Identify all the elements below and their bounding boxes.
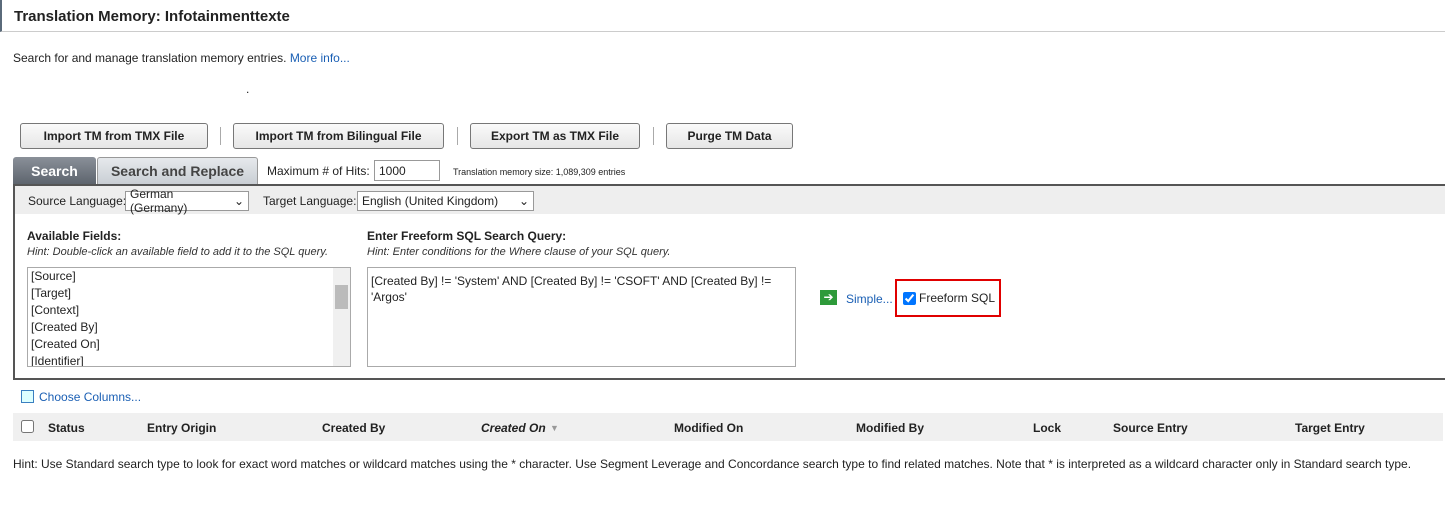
import-bilingual-button[interactable]: Import TM from Bilingual File [233, 123, 444, 149]
purge-button[interactable]: Purge TM Data [666, 123, 793, 149]
col-modified-on[interactable]: Modified On [674, 421, 743, 435]
field-item[interactable]: [Created By] [28, 319, 350, 336]
query-hint: Hint: Enter conditions for the Where cla… [367, 246, 671, 258]
max-hits-label: Maximum # of Hits: [267, 164, 370, 178]
edit-columns-icon [21, 390, 34, 403]
import-tmx-button[interactable]: Import TM from TMX File [20, 123, 208, 149]
page-title: Translation Memory: Infotainmenttexte [0, 0, 1445, 32]
divider [220, 127, 221, 145]
source-lang-label: Source Language: [28, 194, 127, 208]
more-info-link[interactable]: More info... [290, 51, 350, 65]
sql-query-input[interactable]: [Created By] != 'System' AND [Created By… [367, 267, 796, 367]
col-created-on[interactable]: Created On [481, 421, 546, 435]
col-entry-origin[interactable]: Entry Origin [147, 421, 216, 435]
col-status[interactable]: Status [48, 421, 85, 435]
chevron-down-icon: ⌄ [518, 194, 529, 208]
query-label: Enter Freeform SQL Search Query: [367, 229, 567, 243]
select-all-checkbox[interactable] [21, 420, 34, 433]
results-table-header: Status Entry Origin Created By Created O… [13, 413, 1443, 441]
target-lang-value: English (United Kingdom) [362, 194, 499, 208]
col-lock[interactable]: Lock [1033, 421, 1061, 435]
fields-label: Available Fields: [27, 229, 122, 243]
field-item[interactable]: [Source] [28, 268, 350, 285]
divider [653, 127, 654, 145]
simple-link[interactable]: Simple... [846, 292, 893, 306]
scrollbar[interactable] [333, 268, 350, 366]
chevron-down-icon: ⌄ [233, 194, 244, 208]
max-hits-input[interactable]: 1000 [374, 160, 440, 181]
freeform-checkbox[interactable] [903, 291, 916, 305]
dot: . [246, 82, 250, 96]
col-created-by[interactable]: Created By [322, 421, 385, 435]
divider [457, 127, 458, 145]
sort-desc-icon: ▼ [550, 423, 559, 433]
tm-size: Translation memory size: 1,089,309 entri… [453, 167, 626, 177]
fields-hint: Hint: Double-click an available field to… [27, 246, 329, 258]
col-modified-by[interactable]: Modified By [856, 421, 924, 435]
intro: Search for and manage translation memory… [13, 51, 350, 65]
col-source-entry[interactable]: Source Entry [1113, 421, 1188, 435]
source-lang-select[interactable]: German (Germany) ⌄ [125, 187, 249, 215]
field-item[interactable]: [Target] [28, 285, 350, 302]
field-item[interactable]: [Created On] [28, 336, 350, 353]
intro-text: Search for and manage translation memory… [13, 51, 287, 65]
choose-columns-link[interactable]: Choose Columns... [39, 390, 141, 404]
col-target-entry[interactable]: Target Entry [1295, 421, 1365, 435]
target-lang-label: Target Language: [263, 194, 357, 208]
available-fields-list[interactable]: [Source] [Target] [Context] [Created By]… [27, 267, 351, 367]
source-lang-value: German (Germany) [130, 187, 188, 215]
footer-hint: Hint: Use Standard search type to look f… [13, 457, 1412, 471]
target-lang-select[interactable]: English (United Kingdom) ⌄ [357, 191, 534, 211]
tab-search[interactable]: Search [13, 157, 96, 185]
tab-search-replace[interactable]: Search and Replace [97, 157, 258, 185]
arrow-right-icon[interactable]: ➔ [820, 290, 837, 305]
export-tmx-button[interactable]: Export TM as TMX File [470, 123, 640, 149]
freeform-label: Freeform SQL [919, 291, 996, 305]
field-item[interactable]: [Context] [28, 302, 350, 319]
field-item[interactable]: [Identifier] [28, 353, 350, 366]
freeform-sql-toggle[interactable]: Freeform SQL [903, 291, 995, 305]
